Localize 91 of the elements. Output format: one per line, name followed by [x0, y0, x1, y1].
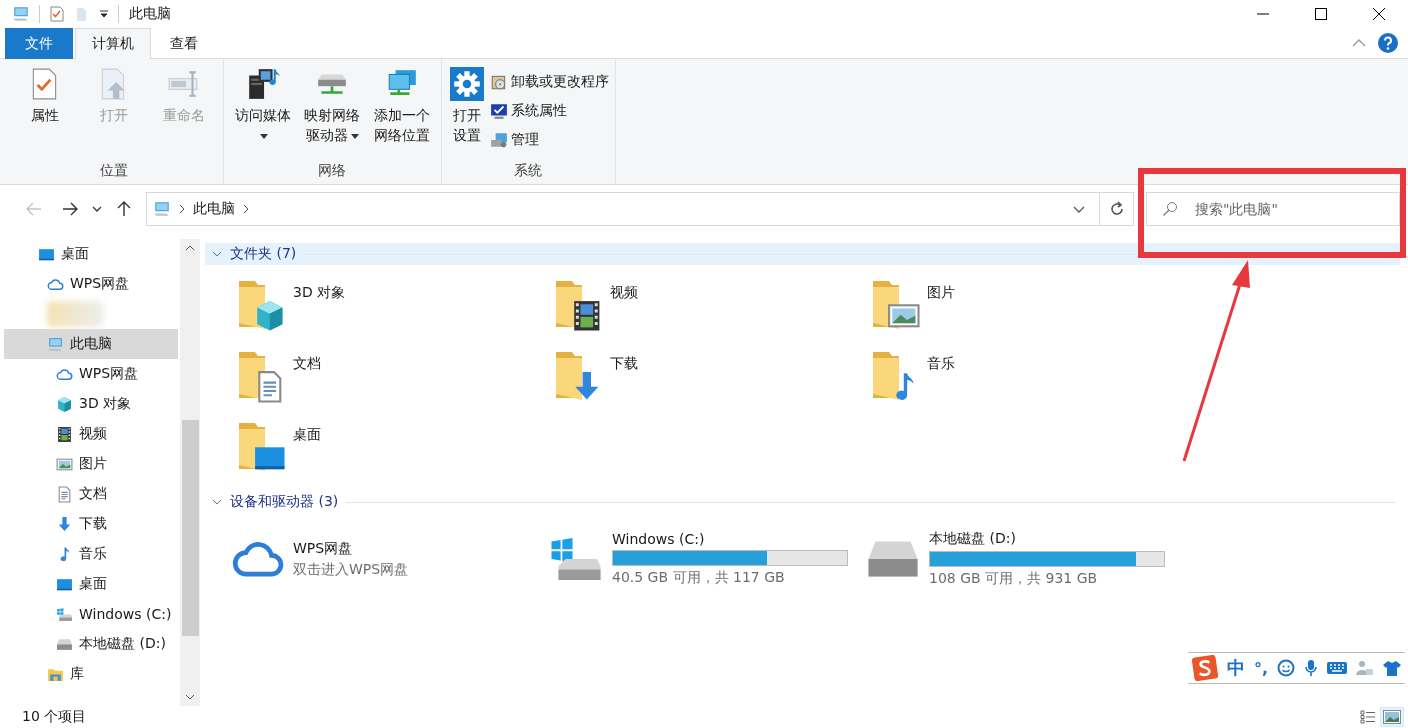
- folder-item[interactable]: 视频: [548, 277, 865, 335]
- refresh-icon: [1108, 201, 1125, 217]
- windows-drive-icon: [56, 605, 73, 623]
- search-field[interactable]: 搜索"此电脑": [1146, 192, 1400, 226]
- nav-item[interactable]: 下载: [4, 509, 178, 539]
- scroll-up-icon[interactable]: [185, 245, 195, 251]
- customize-caret-icon[interactable]: [99, 10, 109, 18]
- properties-icon[interactable]: [49, 6, 65, 22]
- nav-item[interactable]: 此电脑: [4, 329, 178, 359]
- caret-icon[interactable]: [350, 133, 359, 139]
- help-icon[interactable]: [1378, 33, 1398, 53]
- punctuation-toggle[interactable]: °,: [1254, 658, 1269, 678]
- folder-item[interactable]: 桌面: [231, 419, 548, 477]
- nav-item[interactable]: 本地磁盘 (D:): [4, 629, 178, 659]
- ribbon-button[interactable]: 属性: [12, 65, 78, 162]
- up-arrow-icon: [117, 201, 131, 217]
- details-view-icon: [1360, 710, 1376, 724]
- document-icon: [56, 485, 73, 503]
- drive-name[interactable]: WPS网盘: [293, 539, 409, 558]
- folder-item[interactable]: 下载: [548, 348, 865, 406]
- caret-icon[interactable]: [260, 133, 269, 139]
- film-icon: [56, 425, 73, 443]
- nav-item[interactable]: 图片: [4, 449, 178, 479]
- ribbon-button[interactable]: 管理: [489, 127, 609, 152]
- folder-item[interactable]: 音乐: [865, 348, 1182, 406]
- nav-item[interactable]: WPS网盘: [4, 269, 178, 299]
- item-count: 10 个项目: [22, 708, 87, 726]
- nav-item[interactable]: 库: [4, 659, 178, 689]
- chevron-icon[interactable]: [179, 204, 185, 214]
- close-icon: [1373, 8, 1385, 20]
- scroll-down-icon[interactable]: [185, 694, 195, 700]
- group-label: 位置: [99, 162, 130, 180]
- ribbon-button[interactable]: 添加一个网络位置: [368, 65, 435, 162]
- group-header[interactable]: 文件夹 (7): [205, 243, 1400, 265]
- collapse-ribbon-icon[interactable]: [1352, 39, 1366, 47]
- computer-icon: [47, 335, 64, 353]
- free-space-text: 40.5 GB 可用，共 117 GB: [612, 569, 786, 587]
- ribbon-button[interactable]: 卸载或更改程序: [489, 69, 609, 94]
- free-space-text: 108 GB 可用，共 931 GB: [929, 570, 1099, 588]
- group-label: 系统: [513, 162, 544, 180]
- drive-name[interactable]: 本地磁盘 (D:): [929, 530, 1165, 548]
- ribbon-tab[interactable]: 查看: [153, 28, 215, 59]
- ribbon-tab[interactable]: 计算机: [75, 28, 151, 59]
- ribbon-button[interactable]: 系统属性: [489, 98, 609, 123]
- nav-item[interactable]: 桌面: [4, 569, 178, 599]
- chevron-icon[interactable]: [243, 204, 249, 214]
- nav-item[interactable]: 3D 对象: [4, 389, 178, 419]
- cube-icon: [56, 395, 73, 413]
- computer-icon: [12, 5, 30, 23]
- drive-name[interactable]: Windows (C:): [612, 531, 848, 547]
- chevron-icon: [212, 499, 222, 505]
- window-title: 此电脑: [129, 5, 171, 23]
- microphone-icon[interactable]: [1304, 659, 1319, 677]
- nav-item[interactable]: Windows (C:): [4, 599, 178, 629]
- folder-item[interactable]: 3D 对象: [231, 277, 548, 335]
- folder-item[interactable]: 文档: [231, 348, 548, 406]
- nav-item[interactable]: 视频: [4, 419, 178, 449]
- group-label: 网络: [317, 162, 348, 180]
- computer-icon: [153, 200, 171, 218]
- forward-arrow-icon: [62, 202, 78, 216]
- maximize-icon: [1315, 8, 1327, 20]
- large-icons-view-icon: [1383, 710, 1401, 724]
- drive-description: 双击进入WPS网盘: [293, 560, 409, 579]
- scrollbar-thumb[interactable]: [181, 419, 199, 636]
- nav-item[interactable]: WPS网盘: [4, 359, 178, 389]
- address-bar[interactable]: 此电脑: [146, 192, 1100, 226]
- settings-icon: [449, 67, 484, 101]
- back-arrow-icon: [26, 202, 42, 216]
- file-tab[interactable]: 文件: [5, 28, 73, 59]
- ribbon-button[interactable]: 访问媒体: [229, 65, 296, 162]
- folder-item[interactable]: 图片: [865, 277, 1182, 335]
- computer-management-icon: [489, 130, 508, 149]
- input-mode-toggle[interactable]: 中: [1227, 656, 1245, 680]
- monitor-check-icon: [489, 101, 508, 120]
- keyboard-icon[interactable]: [1327, 661, 1348, 675]
- smiley-icon[interactable]: [1277, 659, 1296, 677]
- breadcrumb[interactable]: 此电脑: [193, 200, 235, 218]
- refresh-button[interactable]: [1100, 192, 1134, 226]
- nav-item[interactable]: 桌面: [4, 239, 178, 269]
- search-icon: [1162, 201, 1178, 217]
- ribbon-button[interactable]: 打开设置: [447, 65, 486, 162]
- chevron-icon: [212, 251, 222, 257]
- large-icons-view-button[interactable]: [1380, 707, 1404, 727]
- group-header[interactable]: 设备和驱动器 (3): [205, 491, 1400, 513]
- ribbon-button[interactable]: 映射网络驱动器: [299, 65, 365, 162]
- ime-logo-icon[interactable]: [1192, 655, 1218, 681]
- nav-item[interactable]: 文档: [4, 479, 178, 509]
- shirt-icon[interactable]: [1383, 660, 1402, 676]
- nav-item[interactable]: 音乐: [4, 539, 178, 569]
- recent-locations-icon[interactable]: [92, 206, 102, 212]
- history-dropdown-icon[interactable]: [1073, 205, 1085, 213]
